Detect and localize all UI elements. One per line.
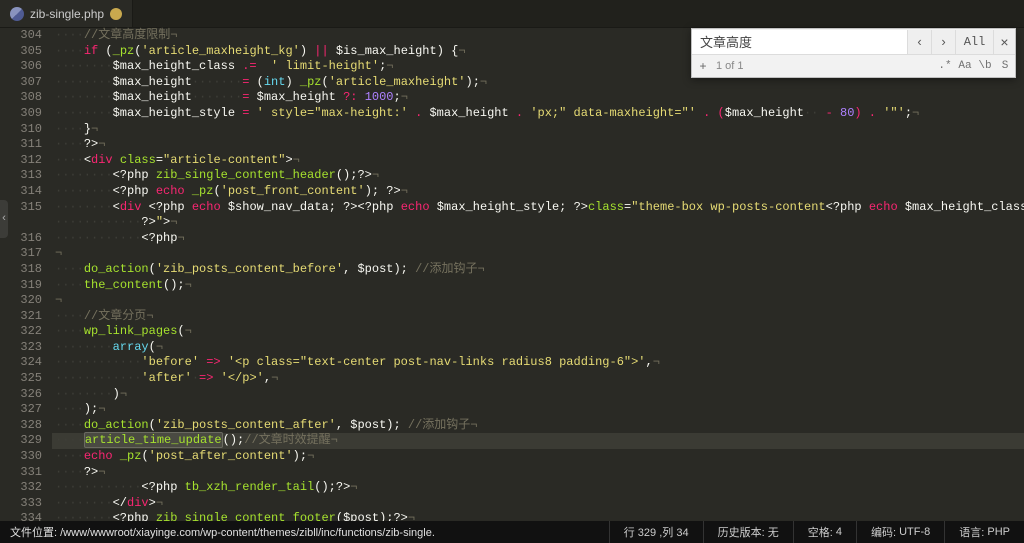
find-close-button[interactable]: ×	[993, 30, 1015, 54]
left-panel-handle[interactable]: ‹	[0, 200, 8, 238]
status-indent[interactable]: 空格: 4	[793, 521, 856, 543]
code-area[interactable]: ····//文章高度限制¬ ····if (_pz('article_maxhe…	[52, 28, 1024, 521]
status-history[interactable]: 历史版本: 无	[703, 521, 793, 543]
find-selection-toggle[interactable]: S	[995, 60, 1015, 72]
status-bar: 文件位置: /www/wwwroot/xiayinge.com/wp-conte…	[0, 521, 1024, 543]
modified-indicator-icon	[110, 8, 122, 20]
tab-title: zib-single.php	[30, 7, 104, 21]
tab-bar: zib-single.php	[0, 0, 1024, 28]
editor[interactable]: 3043053063073083093103113123133143153163…	[0, 28, 1024, 521]
line-gutter: 3043053063073083093103113123133143153163…	[0, 28, 52, 521]
find-input[interactable]	[692, 30, 907, 54]
find-panel: ‹ › All × + 1 of 1 .* Aa \b S	[691, 28, 1016, 78]
php-file-icon	[10, 7, 24, 21]
status-cursor-position[interactable]: 行 329 ,列 34	[609, 521, 703, 543]
find-all-button[interactable]: All	[955, 30, 993, 54]
status-language[interactable]: 语言: PHP	[944, 521, 1024, 543]
find-regex-toggle[interactable]: .*	[935, 60, 955, 72]
find-prev-button[interactable]: ‹	[907, 30, 931, 54]
find-word-toggle[interactable]: \b	[975, 60, 995, 72]
status-path: 文件位置: /www/wwwroot/xiayinge.com/wp-conte…	[0, 524, 609, 540]
find-next-button[interactable]: ›	[931, 30, 955, 54]
find-case-toggle[interactable]: Aa	[955, 60, 975, 72]
find-expand-button[interactable]: +	[692, 59, 714, 73]
tab-zib-single[interactable]: zib-single.php	[0, 0, 133, 27]
find-count: 1 of 1	[714, 60, 935, 72]
status-encoding[interactable]: 编码: UTF-8	[856, 521, 944, 543]
